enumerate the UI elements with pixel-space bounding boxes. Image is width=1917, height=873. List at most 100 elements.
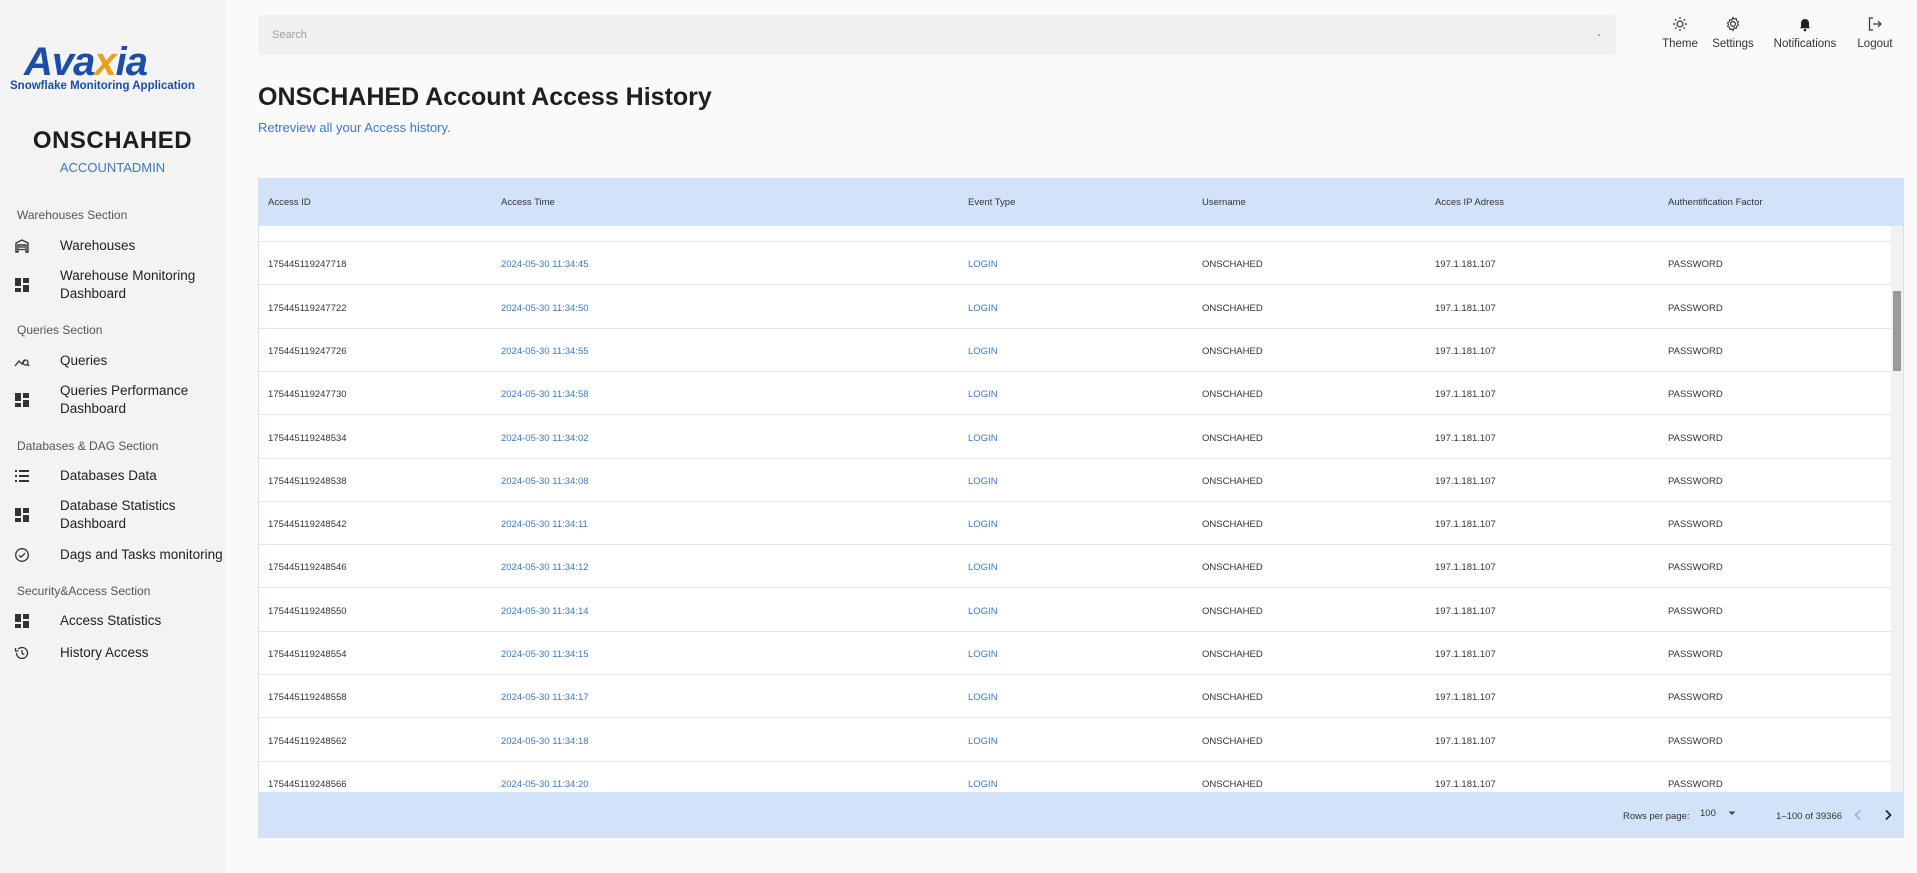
cell-access-time[interactable]: 2024-05-30 11:34:42 [501,226,589,227]
cell-username: ONSCHAHED [1202,389,1263,401]
sidebar-item-warehouse-monitoring[interactable]: Warehouse Monitoring Dashboard [0,267,225,303]
logout-button[interactable]: Logout [1852,16,1898,50]
table-row[interactable]: 175445119248542 2024-05-30 11:34:11 LOGIN O… [259,502,1891,546]
cell-event-type[interactable]: LOGIN [968,649,998,660]
table-row[interactable]: 175445119248554 2024-05-30 11:34:15 LOGIN O… [259,632,1891,675]
cell-event-type[interactable]: LOGIN [968,346,998,357]
cell-auth-factor: PASSWORD [1668,475,1723,487]
table-row[interactable]: 175445119247730 2024-05-30 11:34:58 LOGIN O… [259,372,1891,416]
cell-access-time[interactable]: 2024-05-30 11:34:45 [501,259,589,270]
sidebar-item-label: Databases Data [60,468,157,483]
cell-event-type[interactable]: LOGIN [968,476,998,487]
column-header-auth-factor[interactable]: Authentification Factor [1668,197,1763,208]
cell-event-type[interactable]: LOGIN [968,606,998,617]
table-row[interactable]: 175445119248546 2024-05-30 11:34:12 LOGIN O… [259,545,1891,589]
cell-ip-address: 197.1.181.107 [1435,519,1496,531]
notifications-button[interactable]: Notifications [1763,16,1847,50]
cell-access-time[interactable]: 2024-05-30 11:34:55 [501,346,589,357]
sidebar-item-queries[interactable]: Queries [0,351,225,371]
cell-access-time[interactable]: 2024-05-30 11:34:11 [501,519,588,530]
cell-auth-factor: PASSWORD [1668,345,1723,357]
cell-username: ONSCHAHED [1202,302,1263,314]
cell-access-time[interactable]: 2024-05-30 11:34:08 [501,476,589,487]
column-header-access-id[interactable]: Access ID [268,197,311,208]
scrollbar-thumb[interactable] [1893,291,1901,371]
sidebar-item-warehouses[interactable]: Warehouses [0,236,225,256]
sidebar-item-history-access[interactable]: History Access [0,643,225,663]
cell-event-type[interactable]: LOGIN [968,226,998,227]
account-name: ONSCHAHED [32,127,193,154]
cell-event-type[interactable]: LOGIN [968,779,998,790]
cell-access-id: 175445119247718 [268,259,347,271]
cell-event-type[interactable]: LOGIN [968,736,998,747]
rows-per-page-select[interactable]: 100 [1700,808,1737,819]
cell-event-type[interactable]: LOGIN [968,692,998,703]
column-header-ip-address[interactable]: Acces IP Adress [1435,197,1504,208]
cell-event-type[interactable]: LOGIN [968,259,998,270]
main-content: Theme Settings Notifications Logout ONSC… [225,0,1917,873]
cell-access-time[interactable]: 2024-05-30 11:34:17 [501,692,589,703]
cell-username: ONSCHAHED [1202,649,1263,660]
sidebar-item-database-statistics[interactable]: Database Statistics Dashboard [0,497,225,533]
search-bar[interactable] [258,15,1616,55]
table-row[interactable]: 175445119247726 2024-05-30 11:34:55 LOGIN O… [259,329,1891,372]
sidebar-item-label: Database Statistics Dashboard [60,498,176,531]
brand-logo[interactable]: Avaxia Snowflake Monitoring Application [10,42,200,92]
cell-event-type[interactable]: LOGIN [968,303,998,314]
cell-event-type[interactable]: LOGIN [968,519,998,530]
section-title-queries: Queries Section [17,323,103,337]
sidebar-item-dags-tasks[interactable]: Dags and Tasks monitoring [0,545,225,565]
dashboard-icon [15,278,29,292]
cell-ip-address: 197.1.181.107 [1435,475,1496,487]
table-row[interactable]: 175445119248566 2024-05-30 11:34:20 LOGIN O… [259,762,1891,792]
access-history-table: Access ID Access Time Event Type Usernam… [258,178,1904,838]
logout-label: Logout [1857,38,1893,50]
sidebar-item-label: Warehouse Monitoring Dashboard [60,268,196,301]
query-stats-icon [14,359,30,367]
cell-ip-address: 197.1.181.107 [1435,562,1496,574]
cell-access-time[interactable]: 2024-05-30 11:34:14 [501,606,589,617]
table-row[interactable]: 175445119248558 2024-05-30 11:34:17 LOGIN O… [259,675,1891,719]
logout-icon [1868,17,1882,31]
cell-access-time[interactable]: 2024-05-30 11:34:20 [501,779,589,790]
sidebar-item-label: Access Statistics [60,613,162,628]
cell-event-type[interactable]: LOGIN [968,389,998,400]
table-pagination: Rows per page: 100 1–100 of 39366 [259,792,1903,837]
sidebar-item-databases-data[interactable]: Databases Data [0,466,225,486]
theme-button[interactable]: Theme [1658,16,1702,50]
table-row[interactable]: 175445119248534 2024-05-30 11:34:02 LOGIN O… [259,416,1891,459]
search-input[interactable] [258,15,1616,55]
sidebar-item-label: Queries [60,353,108,368]
column-header-username[interactable]: Username [1202,197,1246,208]
table-scrollbar[interactable] [1891,226,1903,792]
settings-button[interactable]: Settings [1707,16,1759,50]
cell-auth-factor: PASSWORD [1668,735,1723,747]
cell-access-time[interactable]: 2024-05-30 11:34:02 [501,433,589,444]
cell-event-type[interactable]: LOGIN [968,433,998,444]
cell-auth-factor: PASSWORD [1668,389,1723,401]
cell-access-time[interactable]: 2024-05-30 11:34:58 [501,389,589,400]
cell-access-time[interactable]: 2024-05-30 11:34:50 [501,303,589,314]
table-row[interactable]: 175445119248562 2024-05-30 11:34:18 LOGIN O… [259,719,1891,762]
cell-access-id: 175445119247714 [268,226,347,227]
cell-auth-factor: PASSWORD [1668,302,1723,314]
cell-access-id: 175445119248558 [268,692,347,704]
cell-ip-address: 197.1.181.107 [1435,345,1496,357]
sidebar-item-access-statistics[interactable]: Access Statistics [0,611,225,631]
cell-access-time[interactable]: 2024-05-30 11:34:18 [501,736,589,747]
cell-access-time[interactable]: 2024-05-30 11:34:15 [501,649,589,660]
cell-event-type[interactable]: LOGIN [968,562,998,573]
next-page-icon[interactable] [1881,808,1895,822]
previous-page-icon[interactable] [1851,808,1865,822]
cell-access-time[interactable]: 2024-05-30 11:34:12 [501,562,589,573]
table-row[interactable]: 175445119247714 2024-05-30 11:34:42 LOGIN O… [259,226,1891,242]
table-row[interactable]: 175445119247718 2024-05-30 11:34:45 LOGIN O… [259,242,1891,286]
table-row[interactable]: 175445119248550 2024-05-30 11:34:14 LOGIN O… [259,589,1891,632]
table-row[interactable]: 175445119248538 2024-05-30 11:34:08 LOGIN O… [259,459,1891,502]
sidebar-item-queries-performance[interactable]: Queries Performance Dashboard [0,382,225,418]
table-row[interactable]: 175445119247722 2024-05-30 11:34:50 LOGIN O… [259,286,1891,329]
column-header-event-type[interactable]: Event Type [968,197,1015,208]
column-header-access-time[interactable]: Access Time [501,197,555,208]
table-body[interactable]: 175445119247714 2024-05-30 11:34:42 LOGIN O… [259,226,1891,792]
logo-subtitle: Snowflake Monitoring Application [10,80,195,92]
